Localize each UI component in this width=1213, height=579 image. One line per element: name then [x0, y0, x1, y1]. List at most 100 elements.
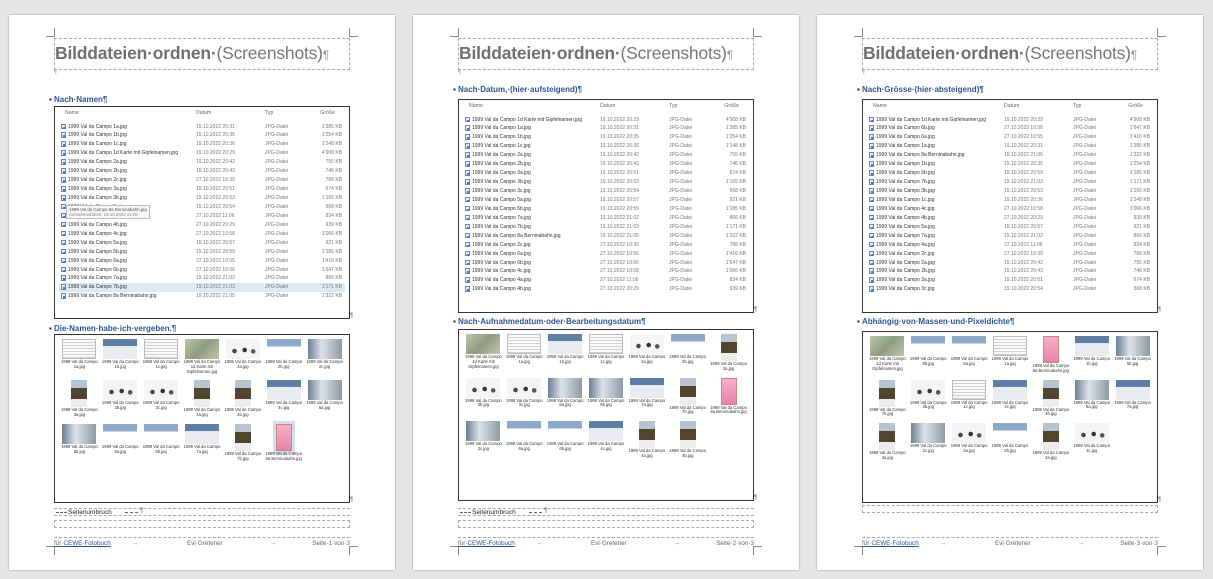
file-row[interactable]: 1999 Val da Campo 1b.jpg 19.10.2022 20:35… — [59, 131, 345, 140]
file-row[interactable]: 1999 Val da Campo 1a.jpg 19.10.2022 20:31… — [867, 142, 1153, 151]
column-header-date[interactable]: Datum — [196, 110, 211, 116]
thumbnail-item[interactable]: 1999 Val da Campo 4b.jpg — [222, 380, 263, 418]
file-row[interactable]: 1999 Val da Campo 5a.jpg 19.10.2022 20:57… — [463, 195, 749, 204]
thumbnail-item[interactable]: 1999 Val da Campo 5b.jpg — [1112, 336, 1153, 374]
file-row[interactable]: 1999 Val da Campo 3a.jpg 19.10.2022 20:51… — [59, 185, 345, 194]
thumbnail-item[interactable]: 1999 Val da Campo 6b.jpg — [141, 424, 182, 462]
thumbnail-item[interactable]: 1999 Val da Campo 6a.jpg — [504, 421, 545, 459]
file-row[interactable]: 1999 Val da Campo 6a.jpg 27.10.2022 10:55… — [59, 256, 345, 265]
file-row[interactable]: 1999 Val da Campo 3a.jpg 19.10.2022 20:51… — [463, 169, 749, 178]
thumbnail-item[interactable]: 1999 Val da Campo 5a.jpg — [545, 377, 586, 416]
thumbnail-item[interactable]: 1999 Val da Campo 4c.jpg — [263, 380, 304, 418]
file-row[interactable]: 1999 Val da Campo 2a.jpg 19.10.2022 20:42… — [463, 151, 749, 160]
thumbnail-item[interactable]: 1999 Val da Campo 2b.jpg — [263, 339, 304, 374]
thumbnail-item[interactable]: 1999 Val da Campo 7a.jpg — [182, 424, 223, 462]
file-row[interactable]: 1999 Val da Campo 7b.jpg 19.10.2022 21:03… — [867, 178, 1153, 187]
thumbnail-item[interactable]: 1999 Val da Campo 5a.jpg — [304, 380, 345, 418]
thumbnail-item[interactable]: 1999 Val da Campo 3c.jpg — [504, 377, 545, 416]
file-row[interactable]: 1999 Val da Campo 1a.jpg 19.10.2022 20:31… — [59, 122, 345, 131]
section-heading-bottom[interactable]: ▪ Abhängig·von·Massen·und·Pixeldichte¶ — [857, 317, 1157, 326]
page-footer[interactable]: für·CEWE-Fotobuch → Evi·Gretener → Seite·2·v… — [458, 537, 754, 547]
file-row[interactable]: 1999 Val da Campo 3a.jpg 19.10.2022 20:51… — [867, 276, 1153, 285]
file-row[interactable]: 1999 Val da Campo 1c.jpg 19.10.2022 20:36… — [867, 195, 1153, 204]
file-row[interactable]: 1999 Val da Campo 1a.jpg 19.10.2022 20:31… — [463, 124, 749, 133]
file-row[interactable]: 1999 Val da Campo 3c.jpg 19.10.2022 20:54… — [463, 187, 749, 196]
thumbnail-item[interactable]: 1999 Val da Campo 7b.jpg — [222, 424, 263, 462]
thumbnail-item[interactable]: 1999 Val da Campo 6b.jpg — [545, 421, 586, 459]
page-footer[interactable]: für·CEWE-Fotobuch → Evi·Gretener → Seite·3·v… — [862, 537, 1158, 547]
file-row[interactable]: 1999 Val da Campo 4c.jpg 27.10.2022 10:58… — [867, 204, 1153, 213]
file-row[interactable]: 1999 Val da Campo 7b.jpg 19.10.2022 21:03… — [463, 222, 749, 231]
column-header-size[interactable]: Größe — [724, 103, 739, 109]
file-row[interactable]: 1999 Val da Campo 5b.jpg 19.10.2022 20:59… — [463, 204, 749, 213]
section-heading-top[interactable]: ▪ Nach·Datum,·(hier·aufsteigend)¶ — [453, 85, 753, 94]
thumbnail-item[interactable]: 1999 Val da Campo 3b.jpg — [463, 377, 504, 416]
file-row[interactable]: 1999 Val da Campo 6b.jpg 27.10.2022 10:56… — [463, 258, 749, 267]
page-title[interactable]: Bilddateien·ordnen·(Screenshots)¶ — [459, 43, 733, 64]
thumbnail-screenshot[interactable]: 1999 Val da Campo 1d Karte mit Gipfelnam… — [862, 331, 1158, 503]
page-footer[interactable]: für·CEWE-Fotobuch → Evi·Gretener → Seite·1·v… — [54, 537, 350, 547]
thumbnail-item[interactable]: 1999 Val da Campo 2a.jpg — [626, 334, 667, 372]
section-heading-top[interactable]: ▪ Nach·Namen¶ — [49, 95, 349, 104]
file-list-screenshot[interactable]: Name Datum Typ Größe 1999 Val da Campo 1d Ka… — [862, 99, 1158, 313]
file-row[interactable]: 1999 Val da Campo 3b.jpg 19.10.2022 20:53… — [59, 194, 345, 203]
file-row[interactable]: 1999 Val da Campo 1d Karte mit Gipfelnam… — [867, 115, 1153, 124]
file-row[interactable]: 1999 Val da Campo 8a Berninabahn.jpg 19.1… — [59, 292, 345, 301]
file-row[interactable]: 1999 Val da Campo 8a Berninabahn.jpg 19.1… — [463, 231, 749, 240]
file-row[interactable]: 1999 Val da Campo 1c.jpg 19.10.2022 20:36… — [59, 140, 345, 149]
thumbnail-item[interactable]: 1999 Val da Campo 1d Karte mit Gipfelnam… — [463, 334, 504, 372]
column-header-size[interactable]: Größe — [1128, 103, 1143, 109]
file-row[interactable]: 1999 Val da Campo 5a.jpg 19.10.2022 20:57… — [59, 238, 345, 247]
thumbnail-item[interactable]: 1999 Val da Campo 4b.jpg — [667, 421, 708, 459]
thumbnail-item[interactable]: 1999 Val da Campo 2c.jpg — [304, 339, 345, 374]
file-row[interactable]: 1999 Val da Campo 5a.jpg 19.10.2022 20:57… — [867, 222, 1153, 231]
file-row[interactable]: 1999 Val da Campo 4c.jpg 27.10.2022 10:58… — [463, 267, 749, 276]
thumbnail-item[interactable]: 1999 Val da Campo 5b.jpg — [586, 377, 627, 416]
thumbnail-item[interactable]: 1999 Val da Campo 1b.jpg — [100, 339, 141, 374]
thumbnail-item[interactable]: 1999 Val da Campo 3b.jpg — [100, 380, 141, 418]
file-row[interactable]: 1999 Val da Campo 4b.jpg 27.10.2022 20:29… — [867, 213, 1153, 222]
file-row[interactable]: 1999 Val da Campo 2c.jpg 27.10.2022 10:30… — [867, 249, 1153, 258]
column-header-type[interactable]: Typ — [1073, 103, 1081, 109]
thumbnail-item[interactable]: 1999 Val da Campo 7a.jpg — [1112, 379, 1153, 418]
column-header-date[interactable]: Datum — [600, 103, 615, 109]
thumbnail-item[interactable]: 1999 Val da Campo 1a.jpg — [990, 336, 1031, 374]
thumbnail-item[interactable]: 1999 Val da Campo 4a.jpg — [626, 421, 667, 459]
file-row[interactable]: 1999 Val da Campo 6b.jpg 27.10.2022 10:56… — [59, 265, 345, 274]
thumbnail-item[interactable]: 1999 Val da Campo 7b.jpg — [667, 377, 708, 416]
section-heading-top[interactable]: ▪ Nach·Grösse·(hier·absteigend)¶ — [857, 85, 1157, 94]
file-row[interactable]: 1999 Val da Campo 1b.jpg 19.10.2022 20:35… — [463, 133, 749, 142]
thumbnail-item[interactable]: 1999 Val da Campo 6a.jpg — [949, 336, 990, 374]
thumbnail-item[interactable]: 1999 Val da Campo 1c.jpg — [586, 334, 627, 372]
file-row[interactable]: 1999 Val da Campo 1d Karte mit Gipfelnam… — [59, 149, 345, 158]
file-row[interactable]: 1999 Val da Campo 3b.jpg 19.10.2022 20:53… — [463, 178, 749, 187]
footer-brand-link[interactable]: für·CEWE-Fotobuch — [458, 540, 515, 547]
thumbnail-item[interactable]: 1999 Val da Campo 1d Karte mit Gipfelnam… — [182, 339, 223, 374]
column-header-name[interactable]: Name — [873, 103, 887, 109]
thumbnail-screenshot[interactable]: 1999 Val da Campo 1a.jpg 1999 Val da Camp… — [54, 334, 350, 503]
file-row[interactable]: 1999 Val da Campo 2c.jpg 27.10.2022 10:30… — [59, 176, 345, 185]
file-row[interactable]: 1999 Val da Campo 2c.jpg 27.10.2022 10:30… — [463, 240, 749, 249]
file-row[interactable]: 1999 Val da Campo 8a Berninabahn.jpg 19.1… — [867, 151, 1153, 160]
thumbnail-item[interactable]: 1999 Val da Campo 3c.jpg — [141, 380, 182, 418]
thumbnail-item[interactable]: 1999 Val da Campo 8a Berninabahn.jpg — [263, 421, 304, 462]
thumbnail-item[interactable]: 1999 Val da Campo 2b.jpg — [667, 334, 708, 372]
column-header-type[interactable]: Typ — [669, 103, 677, 109]
section-heading-bottom[interactable]: ▪ Nach·Aufnahmedatum·oder·Bearbeitungsdat… — [453, 317, 753, 326]
thumbnail-item[interactable]: 1999 Val da Campo 2b.jpg — [990, 423, 1031, 461]
file-row[interactable]: 1999 Val da Campo 2a.jpg 19.10.2022 20:42… — [59, 158, 345, 167]
thumbnail-item[interactable]: 1999 Val da Campo 1a.jpg — [59, 339, 100, 374]
thumbnail-item[interactable]: 1999 Val da Campo 8a Berninabahn.jpg — [708, 377, 749, 416]
file-row[interactable]: 1999 Val da Campo 6a.jpg 27.10.2022 10:55… — [867, 133, 1153, 142]
file-row[interactable]: 1999 Val da Campo 1c.jpg 19.10.2022 20:36… — [463, 142, 749, 151]
section-heading-bottom[interactable]: ▪ Die·Namen·habe·ich·vergeben.¶ — [49, 324, 349, 333]
thumbnail-item[interactable]: 1999 Val da Campo 3a.jpg — [1030, 423, 1071, 461]
column-header-name[interactable]: Name — [469, 103, 483, 109]
file-row[interactable]: 1999 Val da Campo 4b.jpg 27.10.2022 20:29… — [59, 220, 345, 229]
thumbnail-item[interactable]: 1999 Val da Campo 2a.jpg — [222, 339, 263, 374]
thumbnail-item[interactable]: 1999 Val da Campo 4c.jpg — [586, 421, 627, 459]
thumbnail-item[interactable]: 1999 Val da Campo 3a.jpg — [59, 380, 100, 418]
thumbnail-item[interactable]: 1999 Val da Campo 1c.jpg — [141, 339, 182, 374]
file-list-screenshot[interactable]: Name Datum Typ Größe 1999 Val da Campo 1d Ka… — [458, 99, 754, 313]
thumbnail-item[interactable]: 1999 Val da Campo 2a.jpg — [949, 423, 990, 461]
